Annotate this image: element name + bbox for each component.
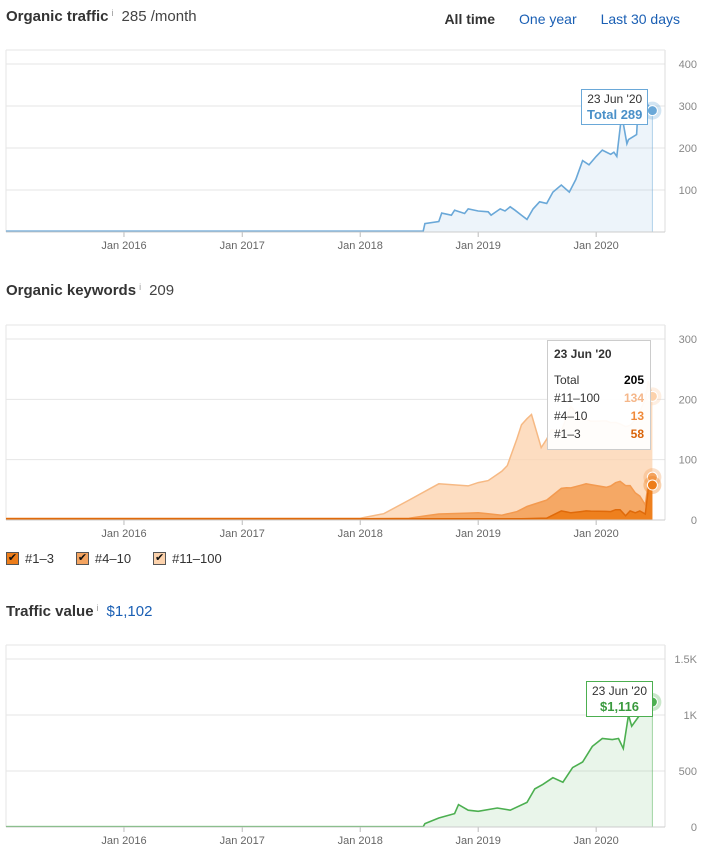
y-tick-label: 1.5K: [674, 654, 697, 666]
range-one-year[interactable]: One year: [519, 11, 577, 27]
organic-keywords-value: 209: [149, 282, 175, 299]
tooltip-label: #4–10: [554, 409, 588, 423]
legend-label: #4–10: [94, 551, 132, 566]
x-tick-label: Jan 2019: [456, 835, 501, 847]
tooltip-row-1-3: #1–3 58: [554, 425, 644, 443]
x-tick-label: Jan 2016: [101, 835, 146, 847]
tooltip-total: $1,116: [599, 699, 640, 714]
info-icon[interactable]: i: [139, 282, 141, 292]
tooltip-total: Total 289: [587, 107, 643, 122]
tooltip-value: 205: [623, 373, 644, 387]
checkbox-icon[interactable]: ✔: [6, 552, 19, 565]
legend-item-1-3[interactable]: ✔ #1–3: [6, 551, 54, 566]
tooltip-label: #11–100: [554, 391, 600, 405]
x-tick-label: Jan 2020: [574, 835, 619, 847]
x-tick-label: Jan 2020: [574, 240, 619, 252]
tooltip-row-total: Total 205: [554, 371, 644, 389]
y-tick-label: 300: [679, 101, 697, 113]
organic-traffic-title: Organic traffic: [6, 8, 109, 25]
y-tick-label: 100: [679, 185, 697, 197]
traffic-tooltip: 23 Jun '20 Total 289: [581, 89, 649, 125]
x-tick-label: Jan 2020: [574, 528, 619, 540]
y-tick-label: 300: [679, 334, 697, 346]
organic-keywords-header: Organic keywords i 209: [6, 282, 174, 299]
y-tick-label: 200: [679, 394, 697, 406]
y-tick-label: 1K: [684, 710, 698, 722]
organic-traffic-chart[interactable]: 400 300 200 100 Jan 2016 Jan 2017 Jan 2018 Jan …: [0, 40, 718, 260]
tooltip-value: 13: [630, 409, 644, 423]
traffic-value-amount: $1,102: [106, 603, 153, 620]
x-tick-label: Jan 2016: [101, 528, 146, 540]
x-tick-label: Jan 2018: [338, 528, 383, 540]
traffic-value-chart[interactable]: 1.5K 1K 500 0 Jan 2016 Jan 2017 Jan 2018 Jan 20…: [0, 635, 718, 859]
x-tick-label: Jan 2018: [338, 835, 383, 847]
tooltip-value: 58: [630, 427, 644, 441]
legend-item-11-100[interactable]: ✔ #11–100: [153, 551, 222, 566]
organic-traffic-header: Organic traffic i 285 /month: [6, 8, 197, 25]
traffic-value-header: Traffic value i $1,102: [6, 603, 152, 620]
x-tick-label: Jan 2017: [220, 835, 265, 847]
range-last-30-days[interactable]: Last 30 days: [601, 11, 680, 27]
tooltip-label: Total: [554, 373, 580, 387]
tooltip-row-11-100: #11–100 134: [554, 389, 644, 407]
y-tick-label: 500: [679, 766, 697, 778]
info-icon[interactable]: i: [97, 603, 99, 613]
tooltip-date: 23 Jun '20: [587, 92, 643, 106]
y-tick-label: 0: [691, 515, 697, 527]
range-all-time[interactable]: All time: [444, 11, 495, 27]
organic-keywords-title: Organic keywords: [6, 282, 137, 299]
series-area: [6, 690, 653, 827]
checkbox-icon[interactable]: ✔: [75, 552, 89, 565]
time-range-selector: All time One year Last 30 days: [444, 11, 680, 27]
legend-label: #11–100: [172, 551, 222, 566]
x-tick-label: Jan 2019: [456, 240, 501, 252]
y-tick-label: 200: [679, 143, 697, 155]
x-tick-label: Jan 2018: [338, 240, 383, 252]
hover-point: [646, 479, 658, 491]
hover-point: [646, 105, 658, 117]
tooltip-date: 23 Jun '20: [554, 347, 612, 361]
legend-item-4-10[interactable]: ✔ #4–10: [75, 551, 132, 566]
x-tick-label: Jan 2017: [220, 240, 265, 252]
tooltip-row-4-10: #4–10 13: [554, 407, 644, 425]
organic-traffic-value: 285 /month: [121, 8, 197, 25]
y-tick-label: 0: [691, 822, 697, 834]
y-tick-label: 100: [679, 455, 697, 467]
x-tick-label: Jan 2019: [456, 528, 501, 540]
tooltip-label: #1–3: [554, 427, 581, 441]
tooltip-date: 23 Jun '20: [592, 684, 648, 698]
legend-label: #1–3: [25, 551, 54, 566]
checkbox-icon[interactable]: ✔: [153, 552, 167, 565]
value-tooltip: 23 Jun '20 $1,116: [586, 681, 654, 717]
tooltip-value: 134: [623, 391, 644, 405]
info-icon[interactable]: i: [112, 8, 114, 18]
x-tick-label: Jan 2016: [101, 240, 146, 252]
series-area: [6, 101, 653, 232]
y-tick-label: 400: [679, 59, 697, 71]
keywords-tooltip: 23 Jun '20 Total 205 #11–100 134 #4–10 1…: [547, 340, 651, 450]
x-tick-label: Jan 2017: [220, 528, 265, 540]
keywords-legend: ✔ #1–3 ✔ #4–10 ✔ #11–100: [6, 551, 222, 566]
traffic-value-title: Traffic value: [6, 603, 94, 620]
